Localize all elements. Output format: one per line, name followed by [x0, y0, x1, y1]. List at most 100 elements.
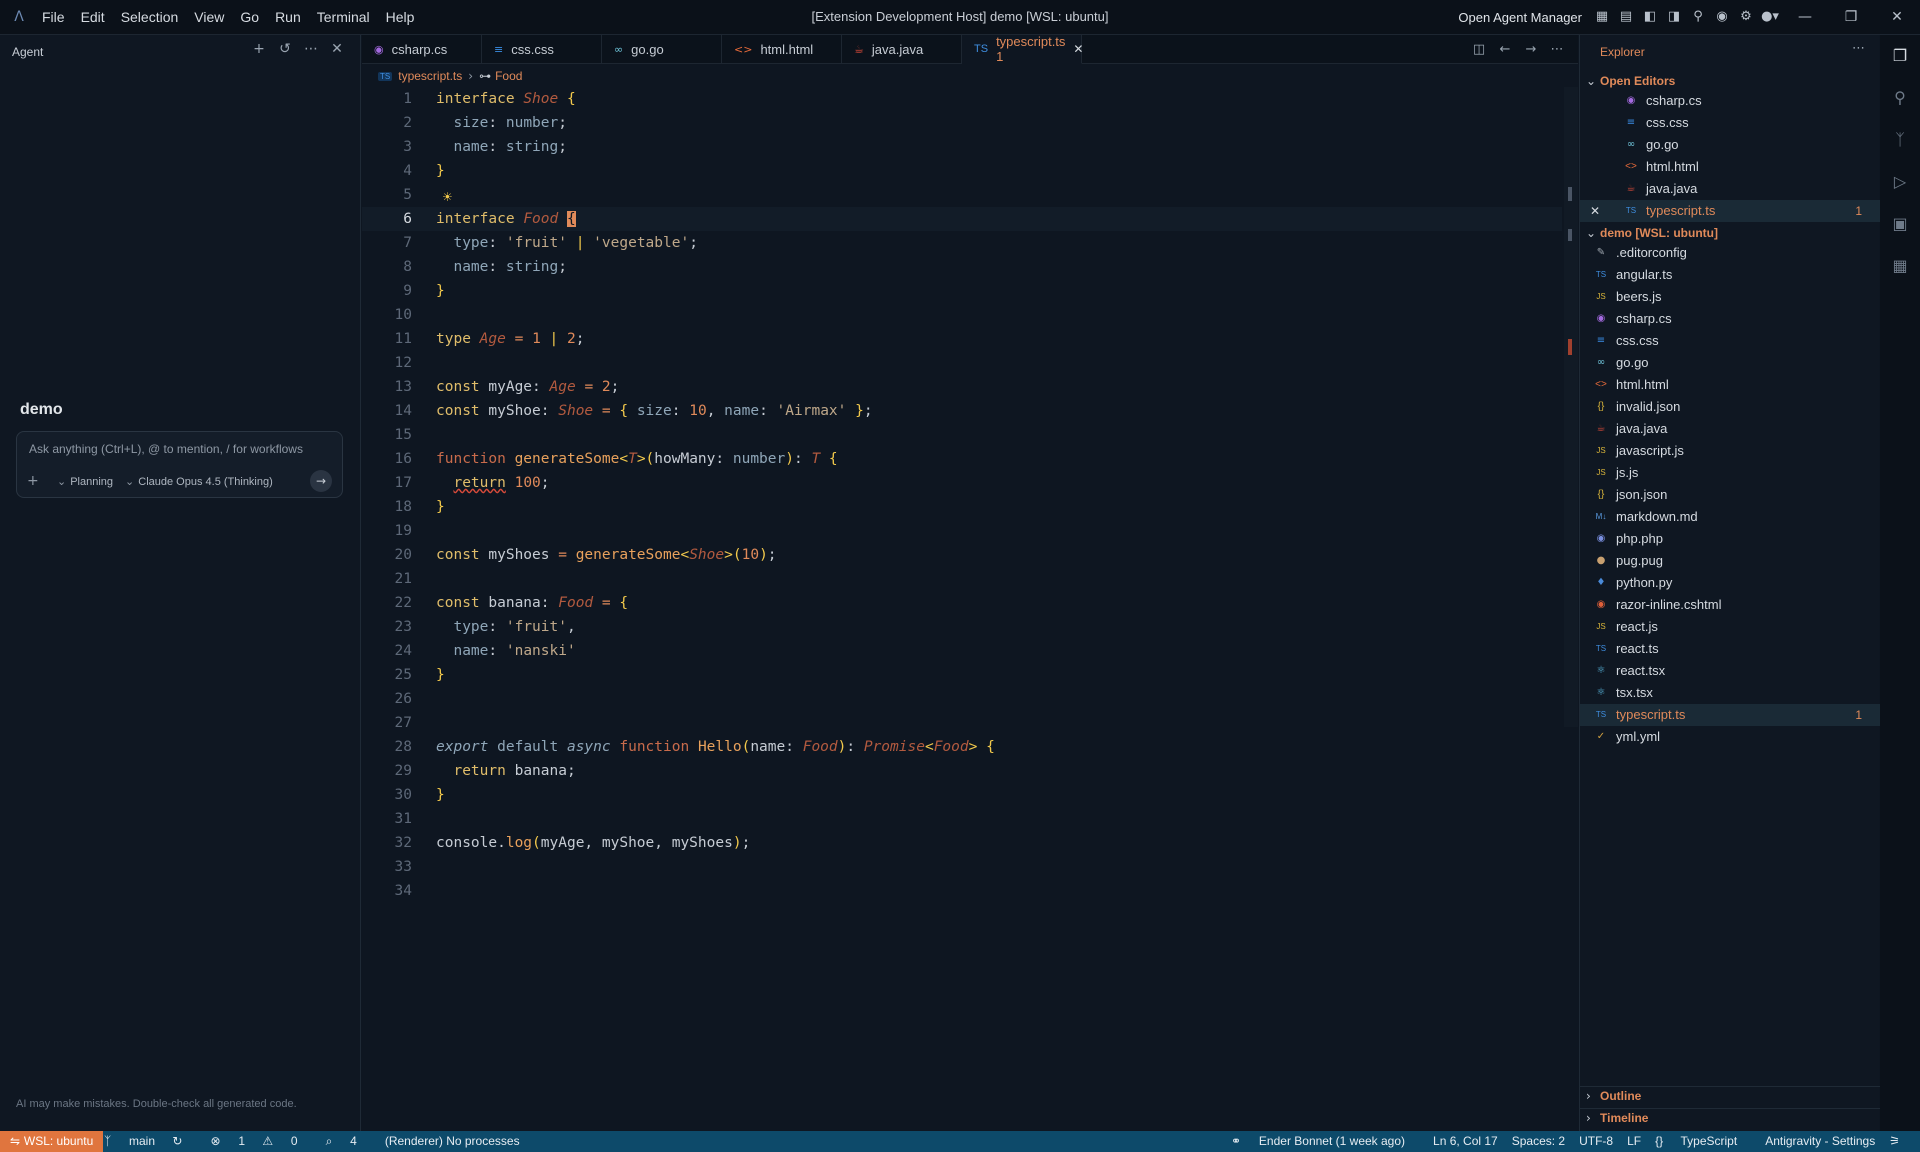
file-item[interactable]: JS beers.js	[1580, 286, 1880, 308]
open-editor-item-active[interactable]: ✕ TS typescript.ts 1	[1580, 200, 1880, 222]
close-panel-icon[interactable]: ✕	[324, 41, 350, 57]
breadcrumb-symbol[interactable]: Food	[495, 69, 522, 83]
toggle-primary-sidebar-icon[interactable]: ◧	[1638, 0, 1662, 34]
tab-go[interactable]: ∞ go.go	[602, 34, 722, 64]
model-dropdown[interactable]: ⌄ Claude Opus 4.5 (Thinking)	[125, 475, 273, 488]
file-item[interactable]: JS javascript.js	[1580, 440, 1880, 462]
browser-icon[interactable]: ◉	[1710, 0, 1734, 34]
toggle-panel-icon[interactable]: ▤	[1614, 0, 1638, 34]
close-window-icon[interactable]: ✕	[1874, 0, 1920, 34]
more-actions-icon[interactable]: ⋯	[1544, 42, 1570, 57]
toggle-secondary-sidebar-icon[interactable]: ◨	[1662, 0, 1686, 34]
file-item[interactable]: ✎ .editorconfig	[1580, 242, 1880, 264]
remote-explorer-icon[interactable]: ▣	[1880, 203, 1920, 245]
split-editor-icon[interactable]: ◫	[1466, 42, 1492, 57]
agent-chat-input[interactable]	[29, 442, 329, 456]
settings-status[interactable]: Antigravity - Settings	[1765, 1131, 1875, 1152]
explorer-icon[interactable]: ❐	[1880, 35, 1920, 77]
code-editor[interactable]: 1 interface Shoe { 2 size: number; 3 name…	[362, 87, 1562, 903]
tab-csharp[interactable]: ◉ csharp.cs	[362, 34, 482, 64]
file-item[interactable]: M↓ markdown.md	[1580, 506, 1880, 528]
eol-status[interactable]: LF	[1627, 1131, 1641, 1152]
open-editors-header[interactable]: ⌄ Open Editors	[1580, 72, 1880, 90]
file-item[interactable]: ✓ yml.yml	[1580, 726, 1880, 748]
file-item[interactable]: ⚛ tsx.tsx	[1580, 682, 1880, 704]
add-context-icon[interactable]: +	[27, 473, 45, 489]
file-item[interactable]: ∞ go.go	[1580, 352, 1880, 374]
remote-indicator[interactable]: ⇋ WSL: ubuntu	[0, 1131, 104, 1152]
app-logo-icon[interactable]: Λ	[10, 8, 28, 26]
menu-run[interactable]: Run	[267, 0, 309, 34]
menu-edit[interactable]: Edit	[73, 0, 113, 34]
menu-go[interactable]: Go	[232, 0, 267, 34]
search-icon[interactable]: ⚲	[1880, 77, 1920, 119]
file-item[interactable]: ◉ razor-inline.cshtml	[1580, 594, 1880, 616]
cursor-position[interactable]: Ln 6, Col 17	[1433, 1131, 1498, 1152]
ports-status[interactable]: ⌕ 4	[326, 1131, 371, 1152]
new-conversation-icon[interactable]: +	[246, 41, 272, 57]
account-avatar-icon[interactable]: ●▾	[1758, 0, 1782, 34]
search-icon[interactable]: ⚲	[1686, 0, 1710, 34]
outline-header[interactable]: › Outline	[1580, 1086, 1880, 1104]
open-editor-item[interactable]: ≡ css.css	[1580, 112, 1880, 134]
file-item[interactable]: TS angular.ts	[1580, 264, 1880, 286]
send-icon[interactable]: →	[310, 470, 332, 492]
open-editor-item[interactable]: ◉ csharp.cs	[1580, 90, 1880, 112]
settings-gear-icon[interactable]: ⚙	[1734, 0, 1758, 34]
breadcrumb-file[interactable]: typescript.ts	[398, 69, 462, 83]
project-header[interactable]: ⌄ demo [WSL: ubuntu]	[1580, 224, 1880, 242]
blame-status[interactable]: ⚭ Ender Bonnet (1 week ago)	[1231, 1131, 1419, 1152]
close-tab-icon[interactable]: ✕	[1073, 42, 1083, 56]
file-item[interactable]: ◉ csharp.cs	[1580, 308, 1880, 330]
encoding-status[interactable]: UTF-8	[1579, 1131, 1613, 1152]
indentation-status[interactable]: Spaces: 2	[1512, 1131, 1565, 1152]
more-actions-icon[interactable]: ⋯	[298, 41, 324, 57]
file-item[interactable]: {} json.json	[1580, 484, 1880, 506]
file-item[interactable]: ● pug.pug	[1580, 550, 1880, 572]
timeline-header[interactable]: › Timeline	[1580, 1108, 1880, 1126]
file-item[interactable]: JS react.js	[1580, 616, 1880, 638]
file-item[interactable]: JS js.js	[1580, 462, 1880, 484]
menu-file[interactable]: File	[34, 0, 73, 34]
open-agent-manager-button[interactable]: Open Agent Manager	[1458, 10, 1582, 25]
notifications-bell-icon[interactable]: ⚞	[1889, 1131, 1900, 1152]
editor-scrollbar[interactable]	[1564, 87, 1578, 727]
history-icon[interactable]: ↺	[272, 41, 298, 57]
renderer-status[interactable]: (Renderer) No processes	[385, 1131, 520, 1152]
file-item[interactable]: ♦ python.py	[1580, 572, 1880, 594]
file-item[interactable]: ≡ css.css	[1580, 330, 1880, 352]
open-editor-item[interactable]: <> html.html	[1580, 156, 1880, 178]
file-item[interactable]: {} invalid.json	[1580, 396, 1880, 418]
tab-typescript[interactable]: TS typescript.ts 1 ✕	[962, 34, 1083, 64]
navigate-forward-icon[interactable]: →	[1518, 42, 1544, 57]
menu-view[interactable]: View	[186, 0, 232, 34]
close-editor-icon[interactable]: ✕	[1590, 200, 1600, 222]
menu-selection[interactable]: Selection	[113, 0, 187, 34]
file-item[interactable]: TS react.ts	[1580, 638, 1880, 660]
mode-dropdown[interactable]: ⌄ Planning	[57, 475, 113, 488]
file-item-active[interactable]: TS typescript.ts 1	[1580, 704, 1880, 726]
open-editor-item[interactable]: ∞ go.go	[1580, 134, 1880, 156]
lightbulb-icon[interactable]: ☀	[442, 185, 453, 209]
branch-status[interactable]: ᛉ main ↻	[104, 1131, 196, 1152]
navigate-back-icon[interactable]: ←	[1492, 42, 1518, 57]
tab-css[interactable]: ≡ css.css	[482, 34, 602, 64]
source-control-icon[interactable]: ᛉ	[1880, 119, 1920, 161]
more-actions-icon[interactable]: ⋯	[1852, 41, 1865, 56]
file-item[interactable]: ◉ php.php	[1580, 528, 1880, 550]
file-item[interactable]: ☕ java.java	[1580, 418, 1880, 440]
problems-status[interactable]: ⊗ 1 ⚠ 0	[210, 1131, 311, 1152]
open-editor-item[interactable]: ☕ java.java	[1580, 178, 1880, 200]
tab-java[interactable]: ☕ java.java	[842, 34, 962, 64]
menu-terminal[interactable]: Terminal	[309, 0, 378, 34]
file-item[interactable]: <> html.html	[1580, 374, 1880, 396]
extensions-icon[interactable]: ▦	[1880, 245, 1920, 287]
customize-layout-icon[interactable]: ▦	[1590, 0, 1614, 34]
language-status[interactable]: {} TypeScript	[1655, 1131, 1751, 1152]
tab-html[interactable]: <> html.html	[722, 34, 842, 64]
minimize-icon[interactable]: —	[1782, 0, 1828, 34]
file-item[interactable]: ⚛ react.tsx	[1580, 660, 1880, 682]
restore-icon[interactable]: ❐	[1828, 0, 1874, 34]
menu-help[interactable]: Help	[378, 0, 423, 34]
run-debug-icon[interactable]: ▷	[1880, 161, 1920, 203]
